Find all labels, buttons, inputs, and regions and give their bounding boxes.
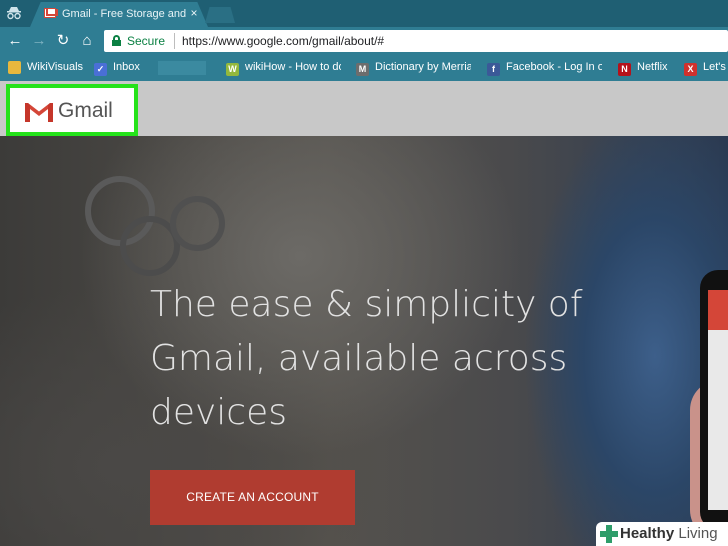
bookmark-label: Netflix (637, 61, 668, 73)
bookmark-item[interactable]: X Let's (684, 61, 726, 76)
bookmark-item[interactable]: WwikiHow - How to do (226, 61, 341, 76)
bookmark-item[interactable]: N Netflix (618, 61, 668, 76)
bookmarks-bar: WikiVisuals ✓ Inbox WwikiHow - How to do M Di… (0, 55, 728, 81)
bookmark-label: WikiVisuals (27, 61, 84, 73)
bookmark-item[interactable]: WikiVisuals (8, 61, 83, 76)
bookmark-item[interactable]: f Facebook - Log In or (487, 61, 602, 76)
bookmark-label: Facebook - Log In or (506, 61, 602, 73)
phone-image (700, 270, 728, 530)
home-icon[interactable]: ⌂ (78, 32, 96, 50)
bookmark-item[interactable]: M Dictionary by Merria (356, 61, 471, 76)
folder-icon (8, 61, 21, 74)
healthy-living-watermark: Healthy Living (596, 522, 728, 546)
reload-icon[interactable]: ↻ (54, 32, 72, 50)
cross-logo-icon (600, 525, 618, 543)
facebook-icon: f (487, 63, 500, 76)
secure-label: Secure (127, 34, 166, 48)
forward-arrow-icon[interactable]: → (30, 32, 48, 50)
address-divider (174, 33, 175, 49)
lock-icon (112, 35, 121, 46)
bookmark-label: Dictionary by Merria (375, 61, 471, 73)
watermark-light: Living (674, 525, 718, 542)
wikihow-icon: W (226, 63, 239, 76)
bookmark-label: Let's (703, 61, 726, 73)
watermark-strong: Healthy (620, 525, 675, 542)
bookmark-label: wikiHow - How to do (245, 61, 341, 73)
tab-close-icon[interactable]: × (188, 6, 200, 20)
tab-title: Gmail - Free Storage and (62, 8, 186, 20)
bookmark-label: Inbox (113, 61, 140, 73)
back-arrow-icon[interactable]: ← (6, 32, 24, 50)
new-tab-button[interactable] (205, 7, 235, 23)
gmail-logo-highlight[interactable]: Gmail (6, 84, 138, 136)
keyring-ring (170, 196, 225, 251)
redacted-bookmark (158, 61, 206, 75)
url-text[interactable]: https://www.google.com/gmail/about/# (182, 34, 384, 48)
dictionary-icon: M (356, 63, 369, 76)
browser-tab-strip: Gmail - Free Storage and × (0, 0, 728, 27)
hero-headline: The ease & simplicity of Gmail, availabl… (150, 284, 583, 433)
address-bar[interactable]: Secure https://www.google.com/gmail/abou… (104, 30, 728, 52)
x-icon: X (684, 63, 697, 76)
inbox-check-icon: ✓ (94, 63, 107, 76)
bookmark-item[interactable]: ✓ Inbox (94, 61, 140, 76)
netflix-icon: N (618, 63, 631, 76)
gmail-m-icon (24, 101, 54, 123)
create-account-button[interactable]: CREATE AN ACCOUNT (150, 470, 355, 525)
incognito-icon (6, 6, 22, 20)
browser-toolbar: ← → ↻ ⌂ Secure https://www.google.com/gm… (0, 27, 728, 55)
gmail-logo-text: Gmail (58, 99, 113, 122)
gmail-favicon (44, 8, 56, 18)
browser-tab-gmail[interactable]: Gmail - Free Storage and × (30, 2, 208, 27)
